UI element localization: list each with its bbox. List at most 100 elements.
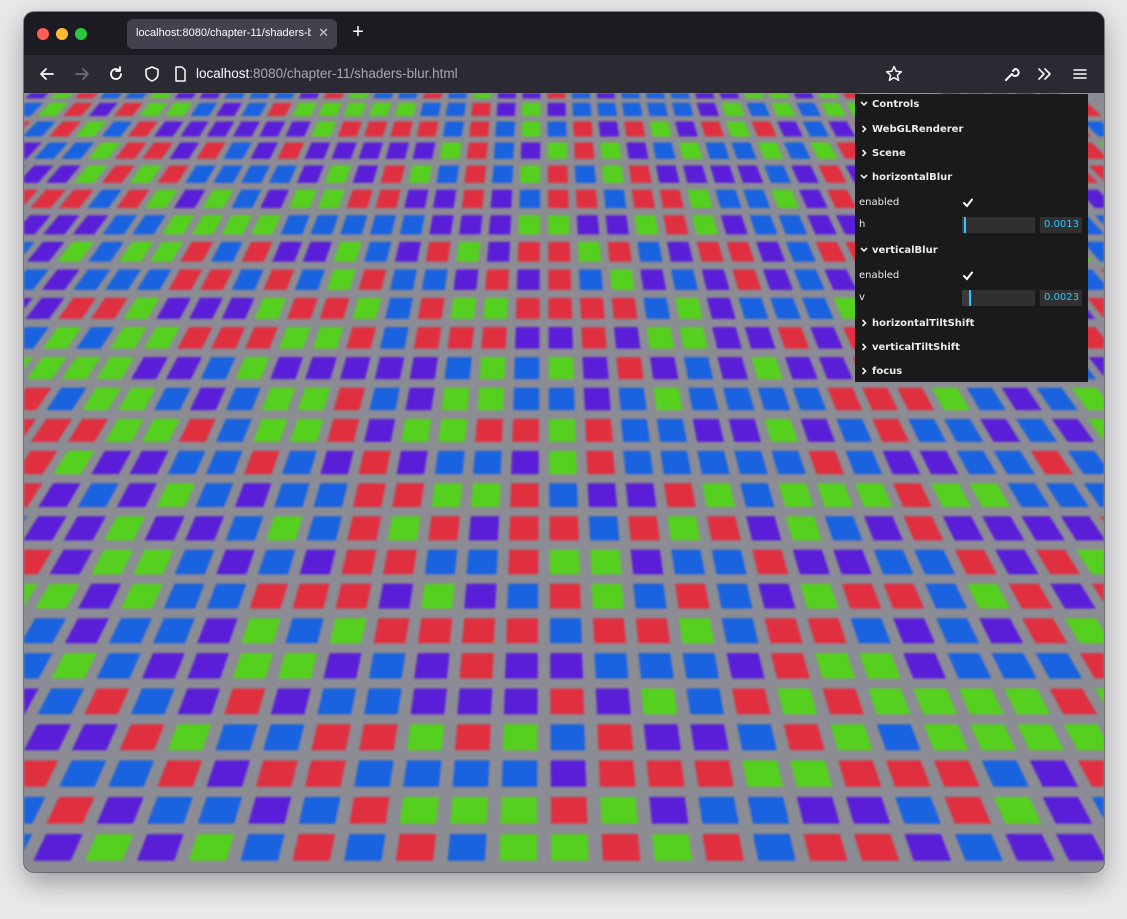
scene-block (520, 165, 541, 183)
enabled-checkbox[interactable] (961, 196, 975, 210)
scene-block (575, 189, 598, 209)
scene-block (189, 387, 226, 411)
scene-block (549, 516, 579, 541)
h-slider[interactable] (962, 217, 1035, 233)
v-slider[interactable] (962, 290, 1035, 306)
scene-block (845, 796, 891, 824)
scene-block (87, 189, 122, 209)
scene-block (582, 357, 609, 380)
scene-block (726, 241, 755, 262)
scene-block (270, 357, 304, 380)
scene-block (206, 583, 247, 609)
tracking-protection-button[interactable] (141, 64, 163, 84)
address-bar[interactable]: localhost:8080/chapter-11/shaders-blur.h… (196, 66, 458, 81)
scene-block (61, 357, 101, 380)
scene-block (810, 142, 838, 159)
overflow-menu-button[interactable] (1034, 64, 1056, 84)
scene-block (180, 121, 209, 137)
scene-block (144, 516, 185, 541)
scene-block (815, 241, 847, 262)
scene-block (348, 93, 369, 99)
folder-focus[interactable]: focus (855, 361, 1088, 383)
scene-block (323, 653, 362, 679)
v-value-input[interactable]: 0.0023 (1040, 290, 1082, 306)
scene-block (597, 724, 634, 751)
scene-block (154, 121, 184, 137)
scene-block (464, 165, 487, 183)
scene-block (99, 93, 123, 99)
scene-block (200, 357, 236, 380)
scene-block (26, 357, 67, 380)
scene-block (147, 796, 193, 824)
folder-verticalblur[interactable]: verticalBlur (855, 240, 1088, 262)
scene-block (803, 833, 848, 861)
scene-block (466, 142, 488, 159)
minimize-window-button[interactable] (56, 28, 68, 40)
folder-verticaltiltshift[interactable]: verticalTiltShift (855, 337, 1088, 359)
scene-block (607, 241, 632, 262)
scene-block (58, 297, 97, 319)
scene-block (464, 583, 497, 609)
scene-block (785, 516, 822, 541)
scene-block (310, 215, 339, 235)
url-host: localhost (196, 66, 250, 81)
scene-block (165, 357, 202, 380)
scene-block (711, 549, 747, 575)
scene-block (312, 327, 344, 349)
scene-block (616, 357, 644, 380)
scene-block (278, 327, 311, 349)
scene-block (24, 760, 59, 787)
scene-block (726, 653, 765, 679)
folder-scene[interactable]: Scene (855, 143, 1088, 165)
scene-block (213, 165, 243, 183)
enabled-checkbox[interactable] (961, 269, 975, 283)
forward-button[interactable] (71, 64, 93, 84)
scene-block (102, 215, 138, 235)
scene-block (601, 833, 641, 861)
scene-block (452, 760, 490, 787)
scene-block (456, 241, 481, 262)
tab-close-icon[interactable]: ✕ (318, 25, 329, 41)
folder-horizontaltiltshift[interactable]: horizontalTiltShift (855, 313, 1088, 335)
scene-block (514, 327, 540, 349)
scene-block (596, 93, 616, 99)
reload-button[interactable] (105, 64, 127, 84)
webgl-viewport[interactable]: Controls WebGLRenderer Scene horizontalB… (24, 93, 1104, 872)
scene-block (752, 833, 796, 861)
folder-horizontalblur[interactable]: horizontalBlur (855, 167, 1088, 189)
app-menu-button[interactable] (1069, 64, 1091, 84)
scene-block (461, 618, 496, 644)
scene-block (33, 833, 83, 861)
scene-block (737, 165, 764, 183)
scene-block (649, 796, 689, 824)
devtools-button[interactable] (1000, 64, 1022, 84)
scene-block (793, 269, 825, 290)
scene-block (215, 102, 243, 116)
bookmark-button[interactable] (883, 64, 905, 84)
scene-block (167, 724, 212, 751)
back-button[interactable] (36, 64, 58, 84)
maximize-window-button[interactable] (75, 28, 87, 40)
scene-block (796, 796, 840, 824)
scene-block (522, 102, 541, 116)
scene-block (425, 241, 451, 262)
scene-block (129, 165, 162, 183)
close-window-button[interactable] (37, 28, 49, 40)
scene-block (862, 387, 899, 411)
folder-webglrenderer[interactable]: WebGLRenderer (855, 119, 1088, 141)
scene-block (743, 189, 771, 209)
scene-block (414, 653, 450, 679)
scene-block (241, 241, 273, 262)
scene-block (374, 357, 405, 380)
tab-active[interactable]: localhost:8080/chapter-11/shaders-blur.h… (127, 19, 337, 49)
scene-block (78, 583, 122, 609)
h-value-input[interactable]: 0.0013 (1040, 217, 1082, 233)
scene-block (845, 450, 883, 475)
page-info-button[interactable] (169, 64, 191, 84)
folder-controls[interactable]: Controls (855, 94, 1088, 116)
scene-block (333, 387, 366, 411)
scene-block (603, 189, 627, 209)
scene-block (305, 357, 337, 380)
scene-block (1008, 583, 1053, 609)
new-tab-button[interactable]: + (347, 21, 369, 44)
